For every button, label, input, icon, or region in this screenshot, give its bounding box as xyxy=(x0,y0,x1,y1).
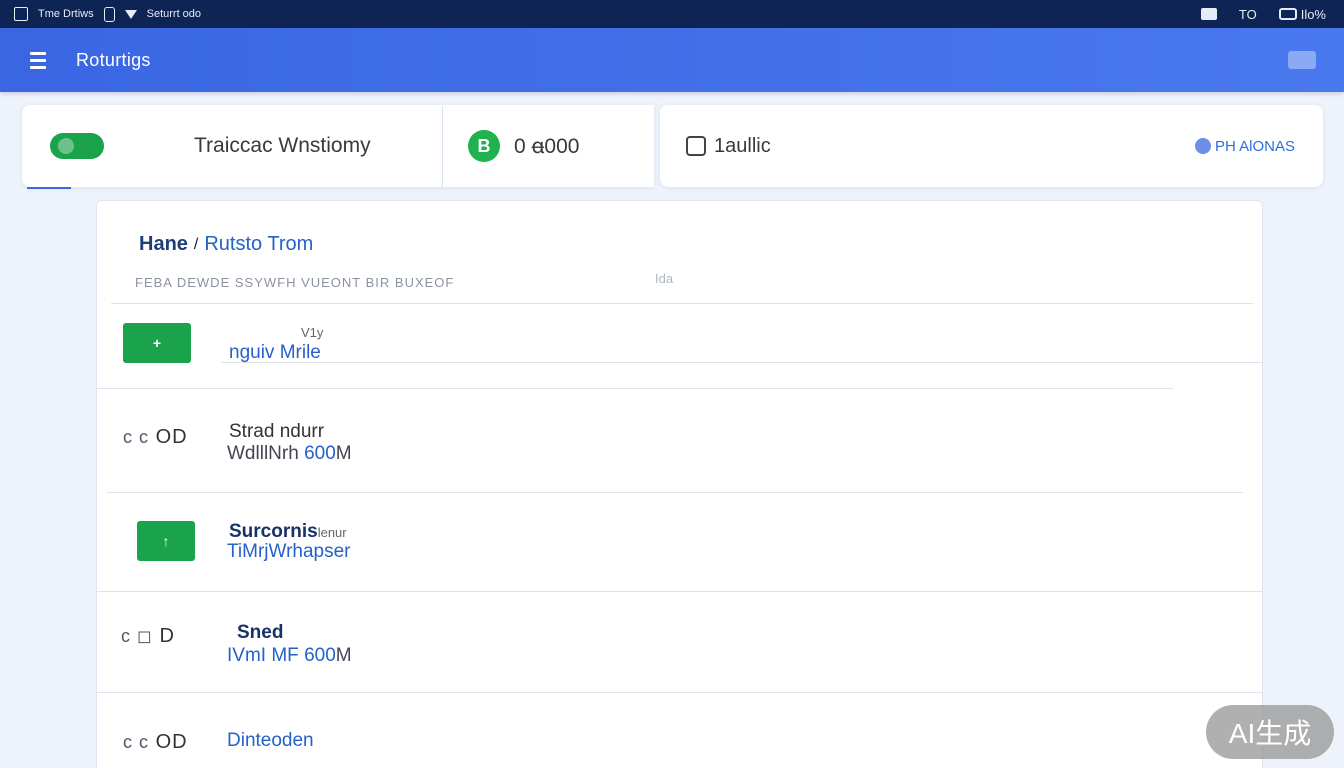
divider xyxy=(107,492,1243,493)
row-small-label: V1y xyxy=(301,325,324,340)
active-tab-indicator xyxy=(27,187,71,189)
lock-icon xyxy=(686,136,706,156)
app-title: Roturtigs xyxy=(76,49,151,70)
security-label: 1aullic xyxy=(714,134,771,157)
breadcrumb-current: Rutsto Trom xyxy=(204,233,314,255)
row-title: Sned xyxy=(237,622,284,643)
status-text-b: Seturrt odo xyxy=(146,8,202,20)
row-title[interactable]: Dinteoden xyxy=(227,730,314,752)
security-card[interactable]: 1aullic PH AlONAS xyxy=(660,105,1323,187)
actions-link-label: PH AlONAS xyxy=(1214,137,1295,155)
row-code: c ◻ D xyxy=(121,625,175,647)
coin-icon: B xyxy=(468,130,500,162)
mail-icon[interactable] xyxy=(1288,51,1316,69)
wifi-icon xyxy=(124,9,137,19)
row-code: c c OD xyxy=(123,731,188,753)
menu-icon[interactable] xyxy=(30,51,46,69)
ai-watermark: AI生成 xyxy=(1206,705,1334,759)
transaction-label: Traiccac Wnstiomy xyxy=(194,134,371,157)
row-subtitle[interactable]: TiMrjWrhapser xyxy=(227,541,351,563)
status-text-a: Tme Drtiws xyxy=(38,8,94,20)
balance-value: 0 ꬰ000 xyxy=(514,135,580,158)
add-badge[interactable]: + xyxy=(123,323,191,363)
divider xyxy=(111,303,1253,304)
toggle-switch[interactable] xyxy=(50,133,104,159)
row-subtitle: WdlllNrh 600M xyxy=(227,443,352,464)
battery-text: Ilo% xyxy=(1300,6,1326,22)
battery-icon xyxy=(1278,8,1297,20)
divider xyxy=(97,388,1173,389)
globe-icon xyxy=(1194,138,1211,154)
grid-icon xyxy=(14,7,28,21)
status-text-c: TO xyxy=(1238,6,1257,22)
camera-icon xyxy=(1200,8,1217,20)
column-header-2: Ida xyxy=(655,271,674,286)
status-bar: Tme Drtiws Seturrt odo TO Ilo% xyxy=(0,0,1344,28)
app-bar: Roturtigs xyxy=(0,28,1344,92)
breadcrumb: Hane / Rutsto Trom xyxy=(139,233,313,256)
row-subtitle: IVmI MF 600M xyxy=(227,645,352,666)
row-subtitle[interactable]: nguiv Mrile xyxy=(229,342,321,364)
row-title: Strad ndurr xyxy=(229,421,325,442)
breadcrumb-separator: / xyxy=(193,235,199,253)
actions-link[interactable]: PH AlONAS xyxy=(1194,137,1295,155)
breadcrumb-home[interactable]: Hane xyxy=(139,233,188,256)
divider xyxy=(221,362,1263,363)
upload-badge[interactable]: ↑ xyxy=(137,521,195,561)
divider xyxy=(97,591,1263,592)
row-title: Surcornislenur xyxy=(229,521,347,542)
balance-card[interactable]: B 0 ꬰ000 xyxy=(443,105,654,187)
phone-icon xyxy=(103,6,115,22)
divider xyxy=(97,692,1263,693)
transaction-card[interactable]: Traiccac Wnstiomy xyxy=(22,105,442,189)
transactions-panel: Hane / Rutsto Trom FEBA DEWDE SSYWFH VUE… xyxy=(96,200,1263,768)
column-header: FEBA DEWDE SSYWFH VUEONT BIR BUXEOF xyxy=(135,275,455,290)
row-code: c c OD xyxy=(123,426,188,448)
